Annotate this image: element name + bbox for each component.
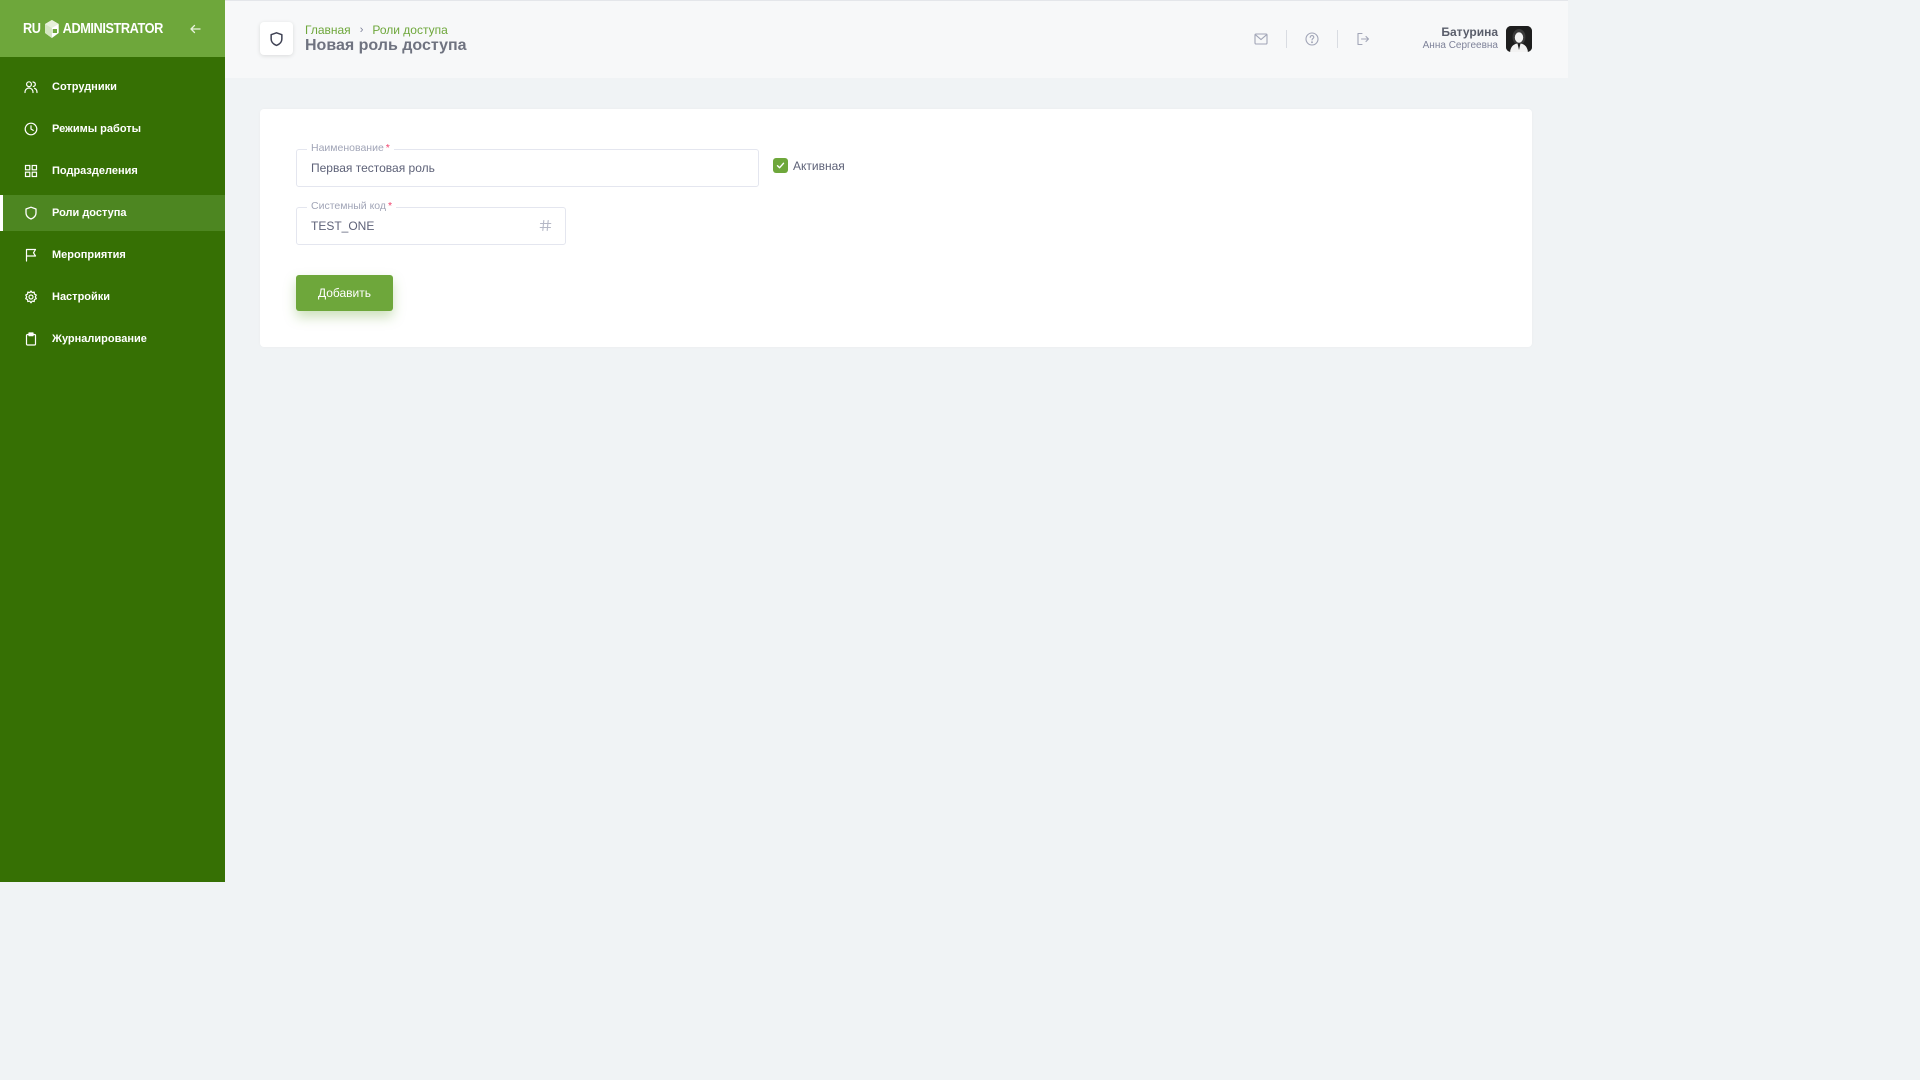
user-menu[interactable]: Батурина Анна Сергеевна — [1423, 26, 1532, 52]
help-button[interactable] — [1287, 29, 1337, 49]
breadcrumb-access-roles[interactable]: Роли доступа — [372, 23, 447, 37]
sidebar-item-access-roles[interactable]: Роли доступа — [0, 195, 225, 231]
system-code-field-label: Системный код * — [307, 200, 397, 212]
sidebar-item-label: Режимы работы — [52, 123, 142, 135]
arrow-left-icon — [190, 24, 201, 33]
sidebar-item-label: Журналирование — [52, 333, 147, 345]
gear-icon — [23, 290, 38, 305]
role-form-card: Наименование * Первая тестовая роль Актив… — [260, 109, 1532, 347]
breadcrumb-home[interactable]: Главная — [305, 23, 351, 37]
logout-icon — [1357, 32, 1370, 46]
sidebar-item-settings[interactable]: Настройки — [0, 279, 225, 315]
top-bar: Главная › Роли доступа Новая роль доступ… — [225, 0, 1568, 78]
top-actions — [1236, 29, 1388, 49]
add-button[interactable]: Добавить — [296, 275, 393, 311]
sidebar-item-departments[interactable]: Подразделения — [0, 153, 225, 189]
flag-icon — [23, 248, 38, 263]
name-field[interactable]: Наименование * Первая тестовая роль — [296, 142, 759, 187]
sidebar-item-employees[interactable]: Сотрудники — [0, 69, 225, 105]
users-icon — [23, 80, 38, 95]
active-checkbox-label: Активная — [793, 158, 845, 173]
required-mark: * — [385, 142, 390, 154]
sidebar-item-label: Роли доступа — [52, 207, 127, 219]
page-icon — [260, 22, 293, 55]
sidebar-nav: Сотрудники Режимы работы Подразделения Р… — [0, 69, 225, 357]
checkbox-checked-icon[interactable] — [773, 158, 788, 173]
page-title: Новая роль доступа — [305, 37, 467, 54]
mail-icon — [1254, 33, 1268, 45]
user-subname: Анна Сергеевна — [1422, 40, 1498, 51]
chevron-right-icon: › — [359, 24, 364, 36]
name-label-text: Наименование — [311, 142, 384, 154]
sidebar: RU ADMINISTRATOR Сотрудники Режимы работ… — [0, 0, 225, 882]
sidebar-item-work-modes[interactable]: Режимы работы — [0, 111, 225, 147]
code-label-text: Системный код — [311, 200, 387, 212]
breadcrumb: Главная › Роли доступа — [305, 23, 448, 37]
sidebar-header: RU ADMINISTRATOR — [0, 0, 225, 57]
active-checkbox[interactable]: Активная — [773, 158, 845, 173]
sidebar-item-label: Подразделения — [52, 165, 138, 177]
sidebar-item-label: Мероприятия — [52, 249, 126, 261]
system-code-field-value: TEST_ONE — [311, 219, 375, 233]
grid-icon — [23, 164, 38, 179]
name-field-label: Наименование * — [307, 142, 394, 154]
user-info: Батурина Анна Сергеевна — [1423, 26, 1498, 52]
sidebar-collapse-button[interactable] — [188, 21, 203, 37]
avatar[interactable] — [1506, 26, 1532, 52]
hash-icon — [539, 219, 552, 232]
name-field-value: Первая тестовая роль — [311, 161, 435, 175]
logo-text-admin: ADMINISTRATOR — [62, 20, 164, 37]
logout-button[interactable] — [1338, 29, 1388, 49]
shield-icon — [270, 31, 283, 46]
app-logo[interactable]: RU ADMINISTRATOR — [23, 19, 163, 39]
app-root: RU ADMINISTRATOR Сотрудники Режимы работ… — [0, 0, 1568, 882]
clipboard-icon — [23, 332, 38, 347]
sidebar-item-logging[interactable]: Журналирование — [0, 321, 225, 357]
shield-icon — [23, 206, 38, 221]
user-name: Батурина — [1441, 25, 1498, 39]
sidebar-item-events[interactable]: Мероприятия — [0, 237, 225, 273]
sidebar-item-label: Сотрудники — [52, 81, 117, 93]
logo-cube-icon — [44, 19, 59, 38]
help-icon — [1305, 32, 1319, 46]
required-mark: * — [388, 200, 393, 212]
sidebar-item-label: Настройки — [52, 291, 111, 303]
system-code-field[interactable]: Системный код * TEST_ONE — [296, 200, 566, 245]
user-avatar-icon — [1506, 26, 1532, 52]
messages-button[interactable] — [1236, 29, 1286, 49]
clock-icon — [23, 122, 38, 137]
logo-text-ru: RU — [23, 20, 41, 37]
